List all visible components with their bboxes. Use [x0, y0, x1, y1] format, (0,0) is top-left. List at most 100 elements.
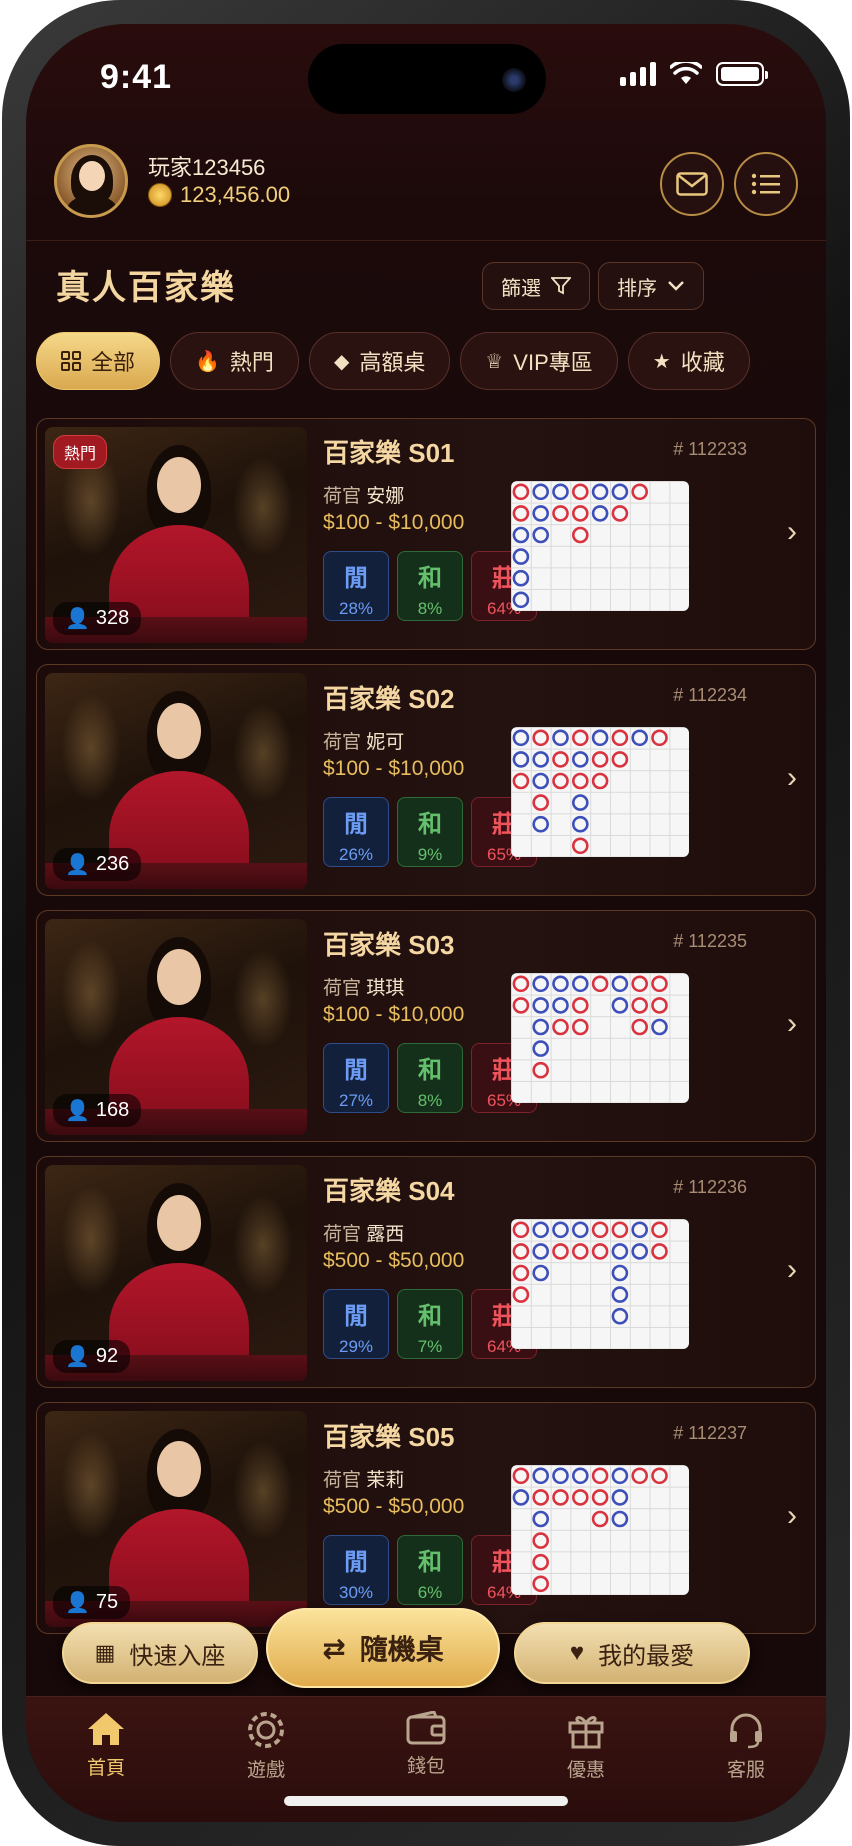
tab-favorites[interactable]: ★ 收藏: [627, 332, 750, 390]
dealer-name: 琪琪: [366, 978, 405, 999]
favorites-label: 我的最愛: [598, 1642, 695, 1670]
viewer-number: 236: [95, 853, 130, 875]
tab-label: 熱門: [229, 350, 274, 375]
tab-label: 收藏: [680, 350, 725, 375]
player-bead: [591, 505, 609, 522]
wallet-icon: [406, 1711, 446, 1745]
gift-icon: [568, 1716, 604, 1749]
banker-bead: [532, 1061, 550, 1079]
dealer-line: 荷官 露西: [323, 1219, 404, 1246]
table-card[interactable]: 👤 92 百家樂 S04 # 112236 荷官 露西 $500 - $50,00…: [36, 1156, 816, 1388]
tab-all[interactable]: 全部: [36, 332, 161, 390]
banker-bead: [512, 1264, 530, 1282]
sort-button[interactable]: 排序: [598, 262, 704, 310]
banker-bead: [512, 483, 530, 501]
mail-button[interactable]: [660, 152, 724, 216]
viewer-count: 👤 236: [53, 848, 142, 881]
player-bead: [532, 505, 550, 522]
banker-bead: [532, 1553, 550, 1571]
menu-button[interactable]: [734, 152, 798, 216]
odds-row: 閒 30% 和 6% 莊 64%: [323, 1535, 537, 1605]
tab-vip[interactable]: ♕ VIP專區: [460, 332, 618, 390]
person-icon: 👤: [65, 1100, 90, 1122]
banker-bead: [651, 729, 668, 747]
filter-button[interactable]: 篩選: [482, 262, 590, 310]
player-bead: [631, 1243, 648, 1260]
nav-support[interactable]: 客服: [666, 1697, 826, 1822]
random-table-button[interactable]: ⇄ 隨機桌: [266, 1608, 500, 1688]
home-indicator: [284, 1796, 568, 1806]
battery-icon: [716, 62, 768, 86]
table-card[interactable]: 👤 236 百家樂 S02 # 112234 荷官 妮可 $100 - $10,0…: [36, 664, 816, 896]
banker-bead: [512, 975, 530, 993]
player-bead: [572, 1221, 589, 1239]
filter-label: 篩選: [501, 277, 541, 300]
balance-row: 123,456.00: [148, 182, 290, 208]
banker-bead: [591, 975, 609, 993]
banker-bead: [512, 997, 530, 1014]
coin-icon: [148, 183, 172, 207]
dealer-line: 荷官 妮可: [323, 727, 404, 754]
nav-label: 客服: [726, 1760, 765, 1781]
table-id: # 112236: [673, 1177, 747, 1197]
banker-bead: [572, 837, 589, 855]
category-tabs: 全部 🔥 熱門 ◆ 高額桌 ♕ VIP專區 ★ 收藏: [36, 332, 750, 390]
banker-bead: [532, 1489, 550, 1506]
odds-row: 閒 28% 和 8% 莊 64%: [323, 551, 537, 621]
bead-road: [511, 727, 689, 857]
player-bead: [512, 569, 530, 587]
player-pct: 27%: [338, 1091, 374, 1110]
tab-high-stakes[interactable]: ◆ 高額桌: [308, 332, 451, 390]
table-name: 百家樂 S05: [323, 1422, 455, 1452]
banker-bead: [552, 1243, 569, 1260]
dealer-prefix: 荷官: [323, 486, 362, 507]
player-bead: [552, 975, 569, 993]
tie-stat: 和 6%: [397, 1535, 463, 1605]
tie-stat: 和 8%: [397, 551, 463, 621]
table-card[interactable]: 👤 168 百家樂 S03 # 112235 荷官 琪琪 $100 - $10,0…: [36, 910, 816, 1142]
nav-label: 錢包: [406, 1756, 445, 1777]
avatar[interactable]: [54, 144, 128, 218]
header-divider: [26, 240, 826, 241]
tie-pct: 6%: [417, 1583, 443, 1602]
seat-icon: ▦: [94, 1640, 116, 1665]
odds-row: 閒 27% 和 8% 莊 65%: [323, 1043, 537, 1113]
bead-road: [511, 1465, 689, 1595]
player-label: 閒: [344, 565, 368, 592]
person-icon: 👤: [65, 608, 90, 630]
filter-icon: [551, 277, 571, 295]
tie-pct: 7%: [417, 1337, 443, 1356]
dealer-prefix: 荷官: [323, 1224, 362, 1245]
player-bead: [611, 1286, 629, 1303]
table-card[interactable]: 👤 75 百家樂 S05 # 112237 荷官 茉莉 $500 - $50,00…: [36, 1402, 816, 1634]
player-label: 閒: [344, 1549, 368, 1576]
bet-limit: $100 - $10,000: [323, 757, 465, 780]
cellular-signal-icon: [620, 62, 656, 86]
banker-bead: [572, 483, 589, 501]
table-id: # 112235: [673, 931, 747, 951]
player-bead: [532, 1040, 550, 1057]
banker-bead: [572, 1018, 589, 1036]
nav-home[interactable]: 首頁: [26, 1697, 186, 1822]
player-bead: [591, 483, 609, 501]
quick-seat-button[interactable]: ▦ 快速入座: [62, 1622, 258, 1684]
bead-road: [511, 1219, 689, 1349]
dealer-line: 荷官 茉莉: [323, 1465, 404, 1492]
tie-pct: 9%: [417, 845, 443, 864]
banker-bead: [512, 1243, 530, 1260]
dealer-photo: 👤 236: [45, 673, 307, 889]
player-bead: [532, 1467, 550, 1485]
table-card[interactable]: 熱門 👤 328 百家樂 S01 # 112233 荷官 安娜 $100 - $1…: [36, 418, 816, 650]
dealer-prefix: 荷官: [323, 978, 362, 999]
player-label: 閒: [344, 811, 368, 838]
player-stat: 閒 29%: [323, 1289, 389, 1359]
player-bead: [532, 1221, 550, 1239]
player-stat: 閒 28%: [323, 551, 389, 621]
bet-limit: $100 - $10,000: [323, 1003, 465, 1026]
player-stat: 閒 30%: [323, 1535, 389, 1605]
banker-bead: [631, 1467, 648, 1485]
star-icon: ★: [652, 350, 671, 373]
tab-hot[interactable]: 🔥 熱門: [170, 332, 299, 390]
banker-bead: [552, 1018, 569, 1036]
favorites-button[interactable]: ♥ 我的最愛: [514, 1622, 750, 1684]
